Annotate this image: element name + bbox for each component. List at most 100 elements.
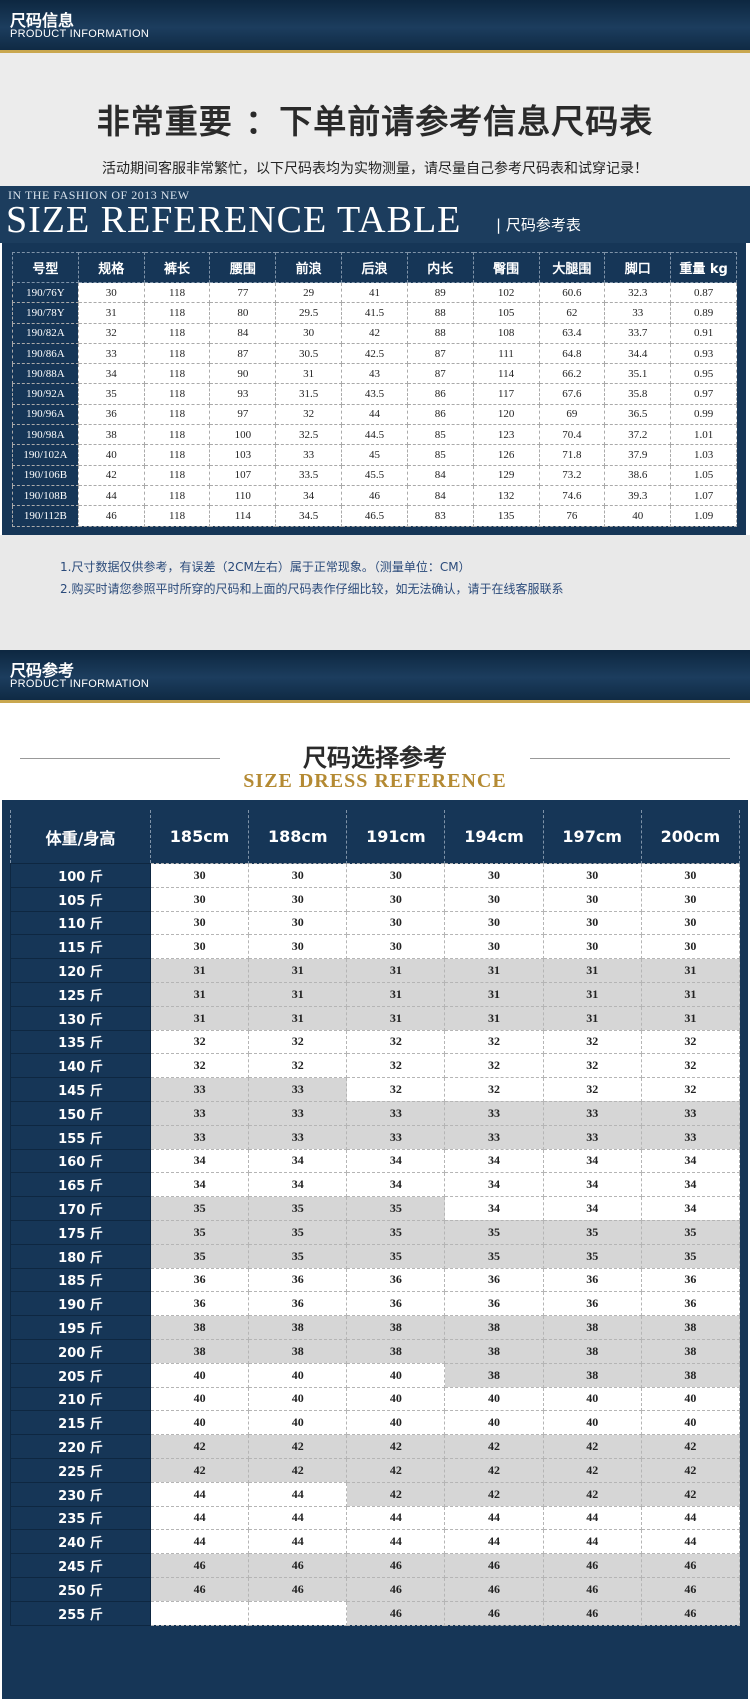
size-cell: 38 (149, 1338, 250, 1364)
column-header: 后浪 (341, 252, 408, 283)
size-cell: 34 (542, 1172, 642, 1198)
table-cell: 118 (143, 302, 211, 324)
table-row: 235 斤 44 44 44 44 44 44 (10, 1505, 741, 1531)
table-cell: 36.5 (604, 403, 672, 426)
table-cell: 118 (143, 281, 211, 304)
size-cell: 46 (444, 1600, 544, 1626)
size-cell: 40 (248, 1410, 348, 1436)
size-cell: 31 (149, 958, 250, 983)
size-cell: 33 (248, 1077, 348, 1102)
size-cell: 32 (149, 1029, 250, 1055)
table-cell: 31 (275, 363, 343, 385)
size-cell: 35 (542, 1219, 642, 1245)
size-cell: 31 (542, 981, 642, 1007)
size-code-cell: 190/106B (12, 464, 79, 486)
weight-row-header: 245 斤 (10, 1553, 151, 1578)
weight-row-header: 230 斤 (10, 1481, 151, 1507)
section-header-reference: 尺码参考 PRODUCT INFORMATION (0, 650, 750, 703)
size-cell: 35 (149, 1219, 250, 1245)
size-cell: 46 (542, 1600, 642, 1626)
size-cell: 38 (542, 1315, 642, 1340)
table-cell: 42 (77, 464, 145, 486)
banner-cn-label: 尺码参考表 (505, 216, 581, 234)
table-cell: 102 (472, 281, 540, 304)
table-cell: 118 (143, 424, 211, 446)
size-cell: 36 (346, 1267, 446, 1293)
size-cell: 40 (640, 1410, 741, 1436)
table-row: 190/78Y 31 118 80 29.5 41.5 88 105 62 33 0.89 (12, 302, 737, 324)
table-row: 150 斤 33 33 33 33 33 33 (10, 1100, 741, 1126)
size-cell: 35 (248, 1196, 348, 1221)
size-cell: 35 (640, 1243, 741, 1269)
size-cell: 30 (444, 910, 544, 936)
size-cell: 31 (542, 1005, 642, 1031)
size-cell: 30 (346, 910, 446, 936)
size-cell: 30 (640, 934, 741, 960)
size-cell: 38 (346, 1338, 446, 1364)
table-row: 200 斤 38 38 38 38 38 38 (10, 1338, 741, 1364)
size-cell: 32 (346, 1053, 446, 1079)
size-cell: 30 (640, 863, 741, 888)
size-code-cell: 190/96A (12, 403, 79, 426)
size-cell: 31 (346, 958, 446, 983)
table-cell: 35 (77, 383, 145, 405)
height-header: 200cm (640, 810, 741, 864)
size-cell: 30 (640, 910, 741, 936)
table-row: 220 斤 42 42 42 42 42 42 (10, 1434, 741, 1459)
table-cell: 34 (77, 363, 145, 385)
table-cell: 31 (77, 302, 145, 324)
weight-row-header: 190 斤 (10, 1291, 151, 1317)
size-cell: 46 (346, 1553, 446, 1578)
weight-row-header: 145 斤 (10, 1077, 151, 1102)
size-cell: 38 (444, 1362, 544, 1388)
table-row: 100 斤 30 30 30 30 30 30 (10, 863, 741, 888)
table-row: 205 斤 40 40 40 38 38 38 (10, 1362, 741, 1388)
size-cell: 33 (542, 1100, 642, 1126)
size-cell: 38 (640, 1362, 741, 1388)
height-header: 188cm (248, 810, 348, 864)
size-cell: 35 (149, 1243, 250, 1269)
table-row: 225 斤 42 42 42 42 42 42 (10, 1457, 741, 1483)
size-cell: 34 (444, 1196, 544, 1221)
size-cell: 32 (542, 1053, 642, 1079)
table-cell: 118 (143, 403, 211, 426)
table-cell: 80 (209, 302, 277, 324)
table-cell: 93 (209, 383, 277, 405)
table-cell: 126 (472, 444, 540, 466)
table-row: 190/96A 36 118 97 32 44 86 120 69 36.5 0.99 (12, 403, 737, 426)
table-cell: 63.4 (538, 322, 606, 344)
table-cell: 86 (406, 383, 474, 405)
size-cell: 32 (444, 1077, 544, 1102)
table-cell: 103 (209, 444, 277, 466)
table-row: 115 斤 30 30 30 30 30 30 (10, 934, 741, 960)
size-cell: 32 (640, 1029, 741, 1055)
table-row: 190/112B 46 118 114 34.5 46.5 83 135 76 40 1.09 (12, 505, 737, 527)
table-row: 190/106B 42 118 107 33.5 45.5 84 129 73.2 38.6 1.0… (12, 464, 737, 486)
size-cell: 46 (248, 1553, 348, 1578)
column-header: 前浪 (275, 252, 343, 283)
weight-row-header: 100 斤 (10, 863, 151, 888)
table-cell: 83 (406, 505, 474, 527)
table-cell: 36 (77, 403, 145, 426)
size-cell: 35 (248, 1219, 348, 1245)
size-cell: 30 (248, 863, 348, 888)
size-cell: 31 (444, 1005, 544, 1031)
table-cell: 37.2 (604, 424, 672, 446)
size-cell: 34 (640, 1172, 741, 1198)
size-cell: 44 (346, 1505, 446, 1531)
table-cell: 1.09 (670, 505, 737, 527)
table-cell: 32.5 (275, 424, 343, 446)
banner-cn-text: | 尺码参考表 (496, 216, 581, 234)
size-cell: 35 (248, 1243, 348, 1269)
size-code-cell: 190/86A (12, 342, 79, 365)
weight-row-header: 135 斤 (10, 1029, 151, 1055)
size-cell: 44 (149, 1529, 250, 1555)
size-cell: 42 (149, 1434, 250, 1459)
size-cell: 44 (640, 1529, 741, 1555)
table-cell: 0.97 (670, 383, 737, 405)
size-cell: 40 (444, 1386, 544, 1412)
size-cell: 40 (444, 1410, 544, 1436)
table-row: 190/82A 32 118 84 30 42 88 108 63.4 33.7 0.91 (12, 322, 737, 344)
size-cell: 30 (444, 934, 544, 960)
size-cell: 38 (248, 1338, 348, 1364)
